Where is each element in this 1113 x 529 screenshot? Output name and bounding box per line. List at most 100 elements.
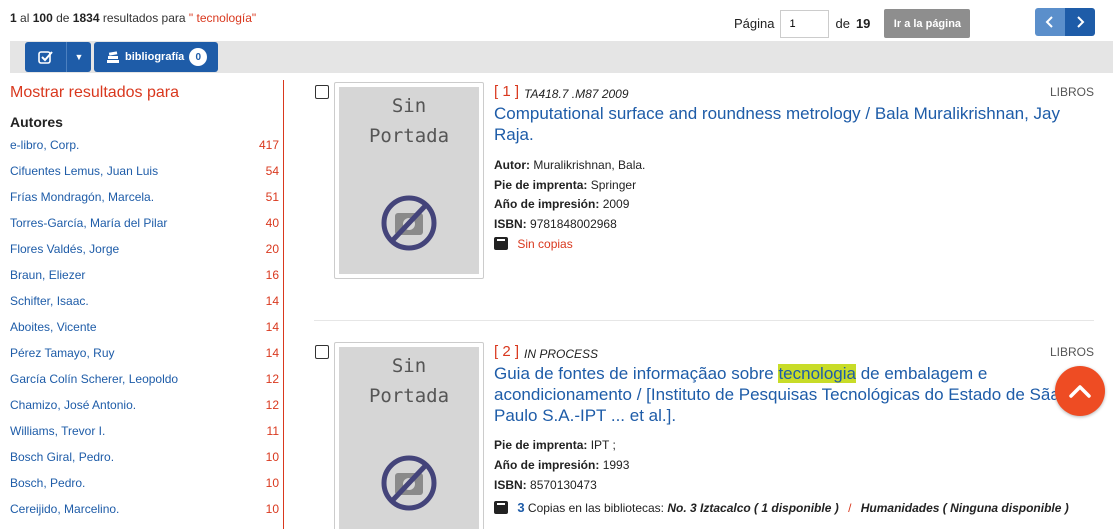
library-availability[interactable]: Humanidades ( Ninguna disponible ) [861,501,1069,515]
facet-author-name[interactable]: Aboites, Vicente [10,320,97,334]
range-end: 100 [32,11,53,25]
select-options-toggle[interactable]: ▼ [67,42,91,72]
result-item: Sin Portada [ 1 ] TA418.7 .M87 2009 LIBR… [314,80,1104,310]
caret-down-icon: ▼ [74,52,84,62]
book-icon [494,237,508,250]
facet-author-name[interactable]: Chamizo, José Antonio. [10,398,136,412]
imprint-label: Pie de imprenta: [494,178,588,192]
facet-author-name[interactable]: Torres-García, María del Pilar [10,216,167,230]
bibliography-button[interactable]: bibliografía 0 [94,42,218,72]
goto-page-button[interactable]: Ir a la página [884,9,971,38]
year-value: 1993 [602,458,630,472]
facet-author-name[interactable]: e-libro, Corp. [10,138,79,152]
range-start: 1 [10,11,17,25]
facet-author-name[interactable]: Pérez Tamayo, Ruy [10,346,115,360]
facets-title: Mostrar resultados para [10,84,179,101]
result-divider [314,320,1094,321]
isbn-label: ISBN: [494,217,527,231]
page-of-label: de [835,16,850,31]
facet-item-author[interactable]: Aboites, Vicente 14 [10,320,279,334]
facet-item-author[interactable]: Cereijido, Marcelino. 10 [10,502,279,516]
books-icon [107,51,119,63]
results-header: 1 al 100 de 1834 resultados para " tecno… [0,0,1113,40]
result-title-link[interactable]: Computational surface and roundness metr… [494,103,1084,145]
facet-author-name[interactable]: Frías Mondragón, Marcela. [10,190,154,204]
facet-item-author[interactable]: García Colín Scherer, Leopoldo 12 [10,372,279,386]
facet-item-author[interactable]: e-libro, Corp. 417 [10,138,279,152]
facet-author-name[interactable]: Bosch, Pedro. [10,476,85,490]
facet-author-name[interactable]: Schifter, Isaac. [10,294,89,308]
result-number: [ 2 ] [494,343,520,360]
facet-item-author[interactable]: Flores Valdés, Jorge 20 [10,242,279,256]
copies-count: 3 [517,500,525,515]
select-all-button[interactable] [25,42,67,72]
result-checkbox[interactable] [315,345,329,359]
scroll-to-top-button[interactable] [1055,366,1105,416]
facet-item-author[interactable]: Frías Mondragón, Marcela. 51 [10,190,279,204]
results-for-label: resultados para [102,11,186,25]
checkbox-icon [37,51,53,64]
year-field: Año de impresión: 1993 [494,458,629,472]
next-page-button[interactable] [1065,8,1095,36]
page-number-input[interactable] [780,9,830,38]
authors-facet-title: Autores [10,114,63,130]
facet-author-name[interactable]: Cereijido, Marcelino. [10,502,119,516]
pagination: Página de 19 Ir a la página [734,9,971,38]
facet-item-author[interactable]: Williams, Trevor I. 11 [10,424,279,438]
book-icon [494,501,508,514]
facet-author-name[interactable]: Bosch Giral, Pedro. [10,450,114,464]
result-item: Sin Portada [ 2 ] IN PROCESS LIBROS Guia… [314,340,1104,529]
author-field: Autor: Muralikrishnan, Bala. [494,158,645,172]
facet-author-name[interactable]: Flores Valdés, Jorge [10,242,119,256]
material-type: LIBROS [1049,345,1094,359]
facet-author-name[interactable]: García Colín Scherer, Leopoldo [10,372,178,386]
results-toolbar: ▼ bibliografía 0 [10,41,1113,73]
page-label: Página [734,16,775,31]
search-query: " tecnología" [188,11,257,25]
no-image-icon [381,195,437,251]
year-label: Año de impresión: [494,458,600,472]
library-separator: / [848,501,852,515]
isbn-value: 9781848002968 [530,217,617,231]
facet-item-author[interactable]: Bosch Giral, Pedro. 10 [10,450,279,464]
bibliography-count-badge: 0 [189,48,208,66]
facet-item-author[interactable]: Schifter, Isaac. 14 [10,294,279,308]
facet-author-name[interactable]: Williams, Trevor I. [10,424,105,438]
cover-text-sin: Sin [391,355,427,377]
facet-item-author[interactable]: Bosch, Pedro. 10 [10,476,279,490]
facet-author-count: 16 [265,268,279,282]
cover-placeholder: Sin Portada [334,82,484,279]
result-checkbox[interactable] [315,85,329,99]
library-availability[interactable]: No. 3 Iztacalco ( 1 disponible ) [667,501,838,515]
chevron-right-icon [1077,16,1085,28]
total-count: 1834 [72,11,100,25]
imprint-field: Pie de imprenta: Springer [494,178,636,192]
facet-author-name[interactable]: Cifuentes Lemus, Juan Luis [10,164,158,178]
facet-item-author[interactable]: Braun, Eliezer 16 [10,268,279,282]
facet-item-author[interactable]: Torres-García, María del Pilar 40 [10,216,279,230]
imprint-value: IPT ; [590,438,616,452]
facet-author-count: 14 [265,294,279,308]
facet-item-author[interactable]: Cifuentes Lemus, Juan Luis 54 [10,164,279,178]
copies-label: Copias en las bibliotecas: [527,501,664,515]
range-al: al [20,11,30,25]
title-part: Guia de fontes de informaçãao sobre [494,364,779,383]
isbn-field: ISBN: 8570130473 [494,478,597,492]
cover-placeholder: Sin Portada [334,342,484,529]
facet-author-count: 20 [265,242,279,256]
facet-author-count: 10 [265,476,279,490]
previous-page-button[interactable] [1035,8,1065,36]
facets-sidebar: Mostrar resultados para Autores e-libro,… [0,80,284,529]
facet-author-count: 10 [265,502,279,516]
result-title-link[interactable]: Guia de fontes de informaçãao sobre tecn… [494,363,1084,426]
facet-item-author[interactable]: Pérez Tamayo, Ruy 14 [10,346,279,360]
range-de: de [56,11,70,25]
facet-item-author[interactable]: Chamizo, José Antonio. 12 [10,398,279,412]
year-value: 2009 [602,197,630,211]
isbn-field: ISBN: 9781848002968 [494,217,617,231]
call-number: TA418.7 .M87 2009 [524,87,629,101]
year-label: Año de impresión: [494,197,600,211]
copies-field: 3 Copias en las bibliotecas: No. 3 Iztac… [494,500,1069,515]
facet-author-name[interactable]: Braun, Eliezer [10,268,85,282]
results-count: 1 al 100 de 1834 resultados para " tecno… [10,11,256,25]
